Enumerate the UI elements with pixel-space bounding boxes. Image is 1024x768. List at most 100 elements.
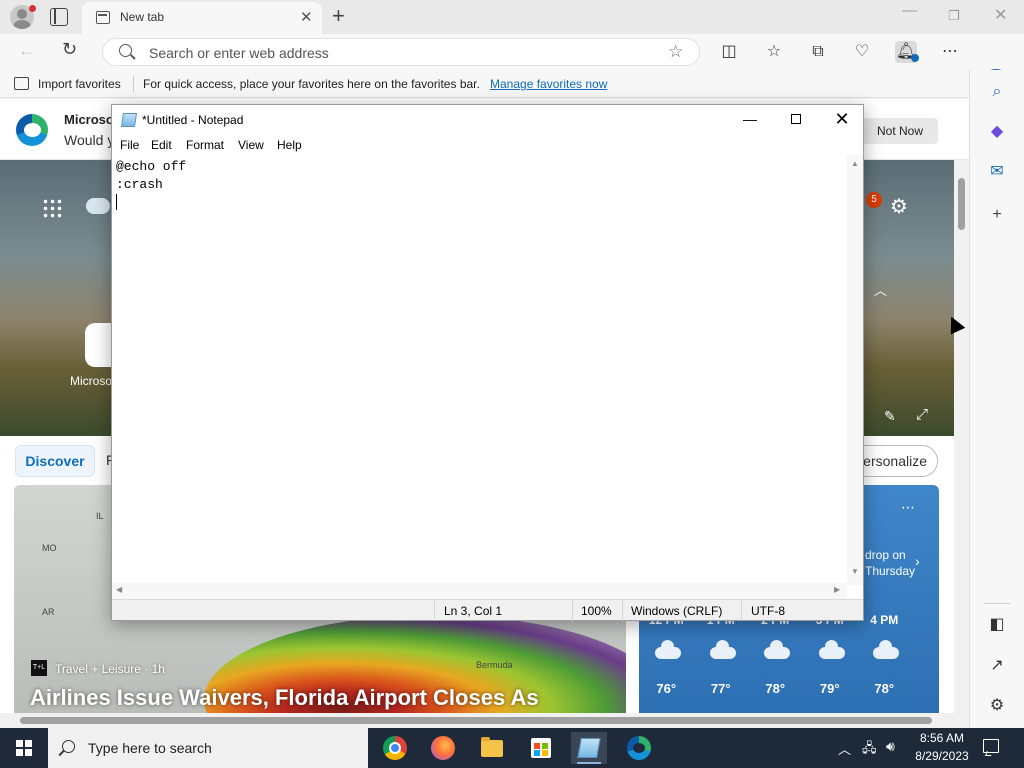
- app-launcher-icon[interactable]: [42, 198, 62, 218]
- sidebar-hide-icon[interactable]: ◧: [987, 615, 1007, 635]
- scroll-right-arrow-icon[interactable]: ▶: [834, 585, 840, 594]
- taskbar-search-box[interactable]: Type here to search: [48, 728, 368, 768]
- menu-view[interactable]: View: [238, 138, 264, 152]
- taskbar-notepad[interactable]: [571, 732, 607, 764]
- forecast-temp: 77°: [710, 681, 731, 696]
- collapse-chevron-up-icon[interactable]: ︿: [874, 280, 887, 299]
- windows-taskbar: Type here to search ︿ 🖧︎ 🔊︎ 8:56 AM 8/29…: [0, 728, 1024, 768]
- search-icon: [119, 44, 132, 57]
- edit-background-icon[interactable]: ✎: [884, 408, 896, 425]
- tab-actions-icon[interactable]: [50, 8, 68, 26]
- notepad-text-area[interactable]: @echo off :crash: [112, 155, 846, 585]
- tab-discover[interactable]: Discover: [15, 445, 95, 477]
- page-horizontal-scrollbar[interactable]: [0, 713, 954, 728]
- import-favorites-button[interactable]: Import favorites: [38, 77, 121, 91]
- taskbar-firefox[interactable]: [425, 732, 461, 764]
- close-tab-icon[interactable]: ✕: [300, 8, 313, 26]
- page-settings-gear-icon[interactable]: ⚙: [890, 194, 908, 219]
- not-now-button[interactable]: Not Now: [862, 118, 938, 144]
- notepad-close-button[interactable]: ✕: [819, 105, 865, 135]
- notepad-maximize-button[interactable]: [773, 105, 819, 135]
- scroll-up-arrow-icon[interactable]: ▲: [851, 159, 859, 168]
- taskbar-edge[interactable]: [621, 732, 657, 764]
- forecast-hour: 4 PM 78°: [857, 611, 912, 715]
- scroll-left-arrow-icon[interactable]: ◀: [116, 585, 122, 594]
- expand-icon[interactable]: ⤢: [916, 406, 928, 423]
- screen: New tab ✕ + — ❐ ✕ ← ↻ Search or enter we…: [0, 0, 1024, 768]
- edge-icon: [627, 736, 651, 760]
- clock-time[interactable]: 8:56 AM: [912, 731, 972, 745]
- edge-sidebar: ⌕ ◆ ✉ + ◧ ↗ ⚙: [969, 70, 1024, 728]
- sidebar-search-icon[interactable]: ⌕: [987, 82, 1007, 102]
- menu-file[interactable]: File: [120, 138, 139, 152]
- back-arrow-icon[interactable]: ←: [18, 40, 36, 61]
- new-tab-plus-icon[interactable]: +: [332, 3, 345, 29]
- notepad-vertical-scrollbar[interactable]: ▲ ▼: [847, 155, 863, 585]
- map-label: AR: [42, 607, 55, 617]
- taskbar-file-explorer[interactable]: [474, 732, 510, 764]
- taskbar-store[interactable]: [523, 732, 559, 764]
- show-hidden-icons-chevron-icon[interactable]: ︿: [838, 739, 851, 758]
- cloud-icon: [818, 640, 845, 659]
- window-close-icon[interactable]: ✕: [994, 5, 1007, 25]
- hourly-forecast: 12 PM 76° 1 PM 77° 2 PM 78° 3 PM: [639, 611, 939, 715]
- text-caret: [116, 194, 117, 210]
- weather-more-icon[interactable]: ⋯: [901, 499, 915, 516]
- sidebar-divider: [984, 603, 1010, 604]
- window-minimize-icon[interactable]: —: [902, 2, 917, 19]
- notepad-horizontal-scrollbar[interactable]: ◀ ▶: [112, 583, 847, 599]
- split-screen-icon[interactable]: ◫: [718, 41, 740, 63]
- forecast-temp: 78°: [874, 681, 895, 696]
- sidebar-external-link-icon[interactable]: ↗: [987, 656, 1007, 676]
- browser-tab-strip: New tab ✕ + — ❐ ✕: [0, 0, 1024, 34]
- network-icon[interactable]: 🖧︎: [862, 739, 877, 761]
- clock-date[interactable]: 8/29/2023: [912, 749, 972, 763]
- action-center-icon[interactable]: [983, 739, 999, 753]
- favorites-icon[interactable]: ☆: [763, 41, 785, 63]
- scrollbar-thumb[interactable]: [20, 717, 932, 724]
- scrollbar-thumb[interactable]: [958, 178, 965, 230]
- more-options-icon[interactable]: ⋯: [939, 41, 961, 63]
- favorite-star-icon[interactable]: ☆: [668, 42, 683, 62]
- forecast-temp: 78°: [765, 681, 786, 696]
- sidebar-add-icon[interactable]: +: [987, 205, 1007, 225]
- weather-alert-text: drop on Thursday: [865, 548, 916, 578]
- sidebar-outlook-icon[interactable]: ✉: [987, 162, 1007, 182]
- tab-title: New tab: [120, 10, 165, 24]
- scroll-down-arrow-icon[interactable]: ▼: [851, 567, 859, 576]
- collections-icon[interactable]: ⧉: [807, 41, 829, 63]
- cloud-icon: [764, 640, 790, 659]
- notepad-title-bar[interactable]: *Untitled - Notepad — ✕: [112, 105, 863, 135]
- window-restore-icon[interactable]: ❐: [948, 8, 960, 24]
- volume-icon[interactable]: 🔊︎: [886, 738, 895, 755]
- start-button[interactable]: [0, 728, 48, 768]
- taskbar-search-placeholder: Type here to search: [88, 740, 212, 756]
- forecast-temp: 79°: [819, 681, 840, 696]
- text-line: :crash: [116, 177, 163, 192]
- address-bar[interactable]: Search or enter web address ☆: [102, 38, 700, 66]
- notepad-minimize-button[interactable]: —: [727, 105, 773, 135]
- forecast-temp: 76°: [656, 681, 677, 696]
- menu-format[interactable]: Format: [186, 138, 224, 152]
- taskbar-chrome[interactable]: [377, 732, 413, 764]
- sidebar-copilot-icon[interactable]: ◆: [987, 122, 1007, 142]
- status-line-endings: Windows (CRLF): [631, 604, 723, 618]
- news-headline[interactable]: Airlines Issue Waivers, Florida Airport …: [30, 685, 539, 711]
- menu-help[interactable]: Help: [277, 138, 302, 152]
- menu-edit[interactable]: Edit: [151, 138, 172, 152]
- sidebar-settings-gear-icon[interactable]: ⚙: [987, 696, 1007, 716]
- file-explorer-icon: [481, 737, 503, 757]
- chevron-right-icon[interactable]: ›: [915, 553, 920, 569]
- text-line: @echo off: [116, 159, 187, 174]
- browser-essentials-icon[interactable]: ♡: [851, 41, 873, 63]
- cloud-icon: [709, 640, 736, 659]
- refresh-icon[interactable]: ↻: [62, 39, 77, 60]
- notepad-window: *Untitled - Notepad — ✕ File Edit Format…: [111, 104, 864, 621]
- favorites-bar: Import favorites For quick access, place…: [0, 70, 968, 98]
- tab-new-tab[interactable]: New tab ✕: [82, 2, 322, 34]
- page-vertical-scrollbar[interactable]: [954, 160, 969, 728]
- weather-cloud-icon[interactable]: [86, 198, 110, 214]
- import-favorites-icon[interactable]: [14, 77, 29, 90]
- manage-favorites-link[interactable]: Manage favorites now: [490, 77, 607, 91]
- map-label: Bermuda: [476, 660, 513, 670]
